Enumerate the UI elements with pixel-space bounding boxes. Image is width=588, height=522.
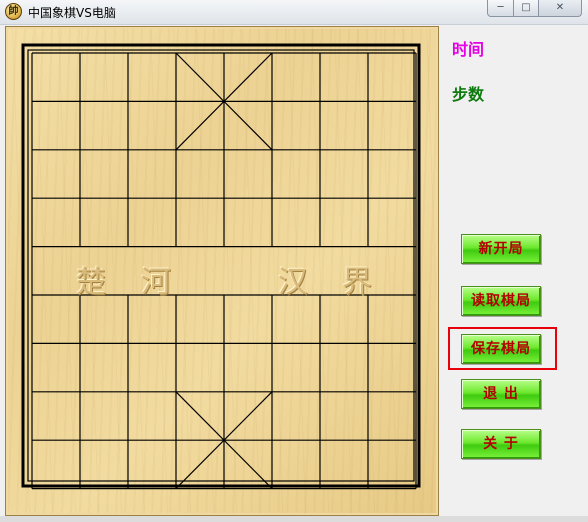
load-game-button[interactable]: 读取棋局 xyxy=(461,286,541,316)
steps-label: 步数 xyxy=(452,85,485,104)
chess-board[interactable]: 楚 河 汉 界 xyxy=(5,26,439,516)
maximize-button[interactable]: □ xyxy=(513,0,539,17)
save-game-button[interactable]: 保存棋局 xyxy=(461,334,541,364)
time-label: 时间 xyxy=(452,40,485,59)
title-bar[interactable]: 帥 中国象棋VS电脑 ─ □ ✕ xyxy=(0,0,588,25)
xiangqi-piece-icon[interactable]: 帥 xyxy=(5,3,22,20)
about-button[interactable]: 关 于 xyxy=(461,429,541,459)
board-grid xyxy=(21,43,421,490)
close-button[interactable]: ✕ xyxy=(538,0,582,17)
river-char-chu: 楚 xyxy=(76,265,106,300)
new-game-button[interactable]: 新开局 xyxy=(461,234,541,264)
minimize-button[interactable]: ─ xyxy=(487,0,514,17)
window-title: 中国象棋VS电脑 xyxy=(28,6,116,20)
river-char-jie: 界 xyxy=(342,265,372,300)
river-char-he: 河 xyxy=(141,265,171,300)
window-bottom-edge xyxy=(0,516,588,522)
river-char-han: 汉 xyxy=(278,265,308,300)
app-window: 帥 中国象棋VS电脑 ─ □ ✕ 楚 河 汉 界 时间 步数 新开局 读取棋局 … xyxy=(0,0,588,522)
exit-button[interactable]: 退 出 xyxy=(461,379,541,409)
